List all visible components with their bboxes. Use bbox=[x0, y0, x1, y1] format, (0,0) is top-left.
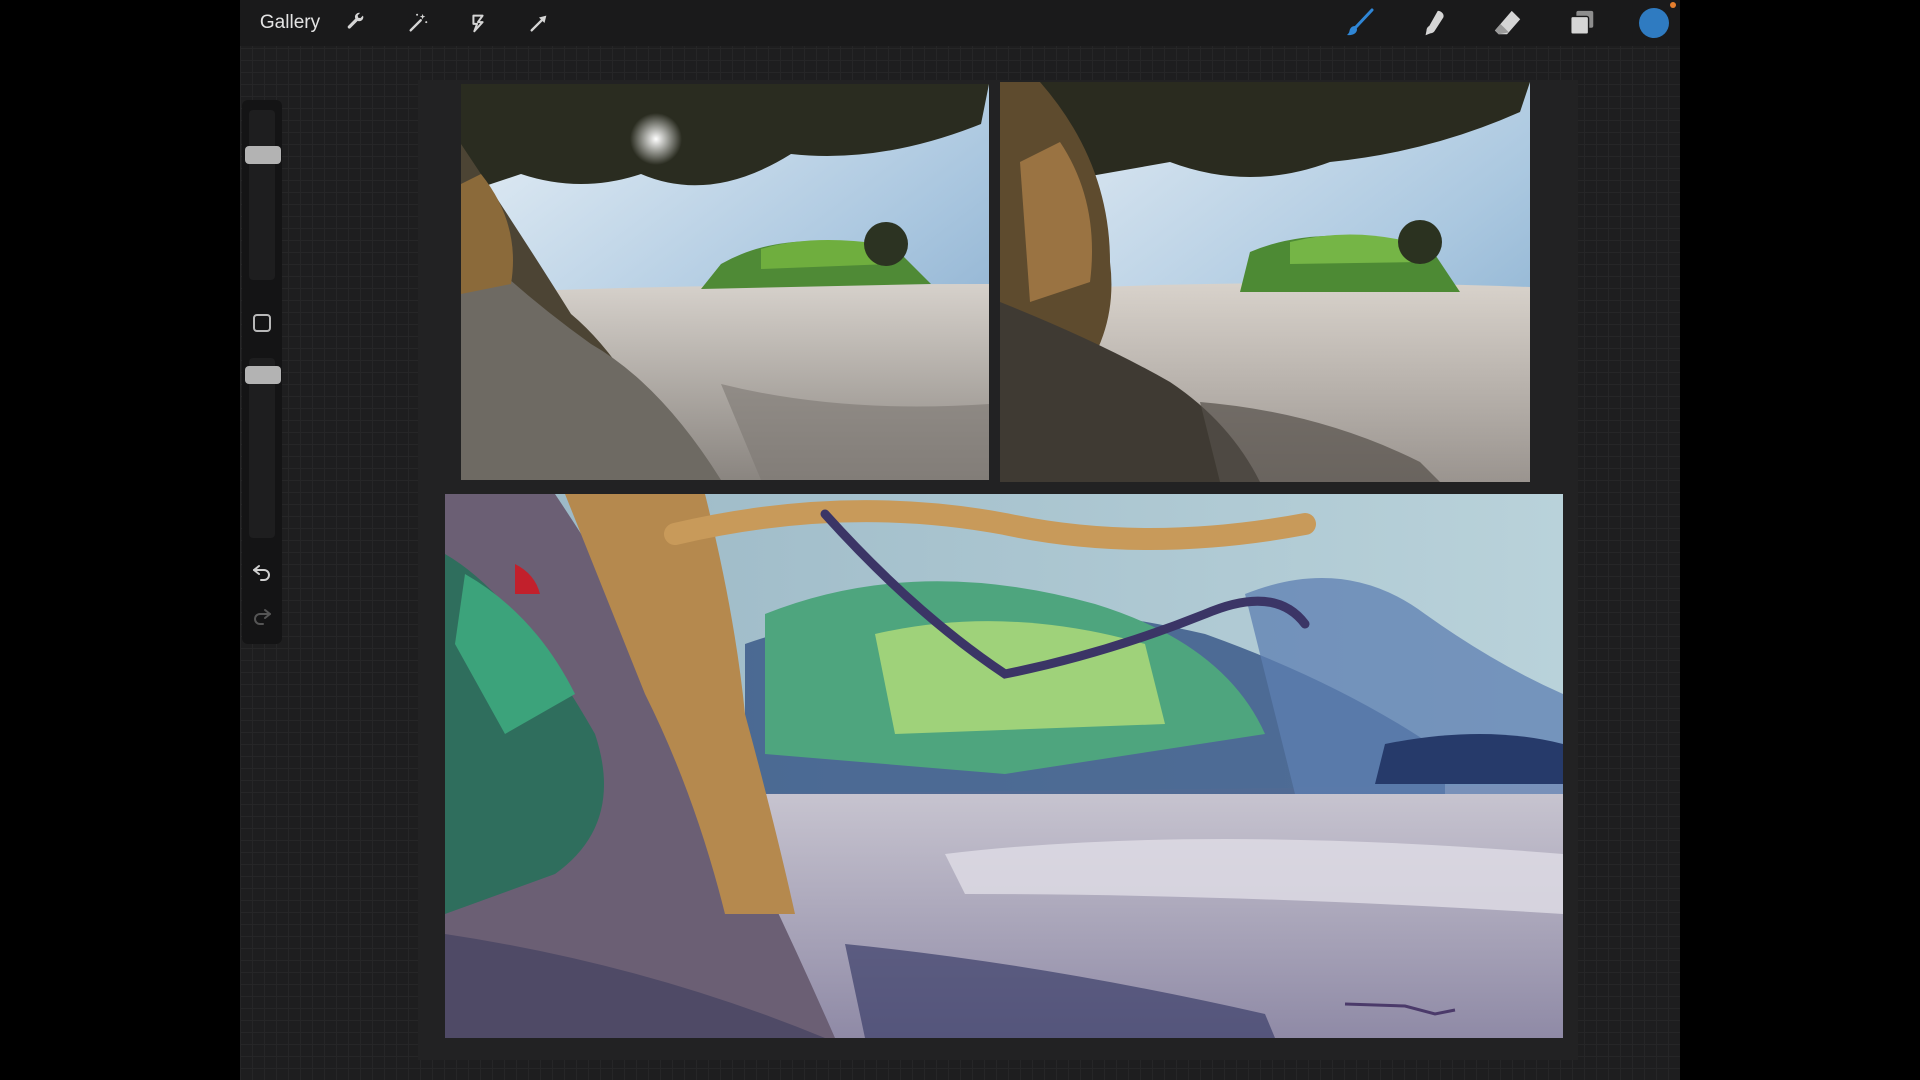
eraser-icon bbox=[1494, 10, 1521, 35]
layers-icon bbox=[1570, 10, 1594, 35]
procreate-app: Gallery bbox=[240, 0, 1680, 1080]
drawing-canvas[interactable] bbox=[418, 80, 1578, 1060]
redo-button[interactable] bbox=[250, 604, 274, 628]
brush-icon bbox=[1347, 8, 1374, 36]
selection-button[interactable] bbox=[460, 6, 496, 40]
undo-button[interactable] bbox=[250, 560, 274, 584]
gallery-button[interactable]: Gallery bbox=[252, 6, 328, 40]
reference-photo-left bbox=[461, 84, 989, 480]
top-toolbar: Gallery bbox=[240, 0, 1680, 46]
color-swatch bbox=[1639, 8, 1669, 38]
wrench-icon bbox=[347, 12, 364, 29]
transform-arrow-icon bbox=[530, 15, 547, 32]
transform-button[interactable] bbox=[521, 6, 557, 40]
brush-opacity-slider[interactable] bbox=[249, 358, 275, 538]
beach-photo-closeup-image bbox=[1000, 82, 1530, 482]
magic-wand-icon bbox=[409, 13, 428, 32]
beach-tree-painting-image bbox=[445, 494, 1563, 1038]
left-sidebar bbox=[242, 100, 282, 644]
gouache-painting bbox=[445, 494, 1563, 1038]
color-button[interactable] bbox=[1634, 6, 1674, 40]
reference-photo-right bbox=[1000, 82, 1530, 482]
color-history-indicator bbox=[1670, 2, 1676, 8]
undo-icon bbox=[253, 565, 270, 581]
layers-button[interactable] bbox=[1562, 6, 1602, 40]
adjustments-button[interactable] bbox=[400, 6, 436, 40]
eraser-tool-button[interactable] bbox=[1488, 6, 1528, 40]
beach-photo-image bbox=[461, 84, 989, 480]
brush-size-slider[interactable] bbox=[249, 110, 275, 280]
smudge-icon bbox=[1425, 10, 1444, 36]
brush-opacity-thumb[interactable] bbox=[245, 366, 281, 384]
actions-button[interactable] bbox=[338, 6, 374, 40]
modify-button[interactable] bbox=[253, 314, 271, 332]
redo-icon bbox=[254, 609, 271, 625]
paint-tool-button[interactable] bbox=[1340, 6, 1380, 40]
brush-size-thumb[interactable] bbox=[245, 146, 281, 164]
smudge-tool-button[interactable] bbox=[1414, 6, 1454, 40]
selection-icon bbox=[472, 14, 484, 33]
